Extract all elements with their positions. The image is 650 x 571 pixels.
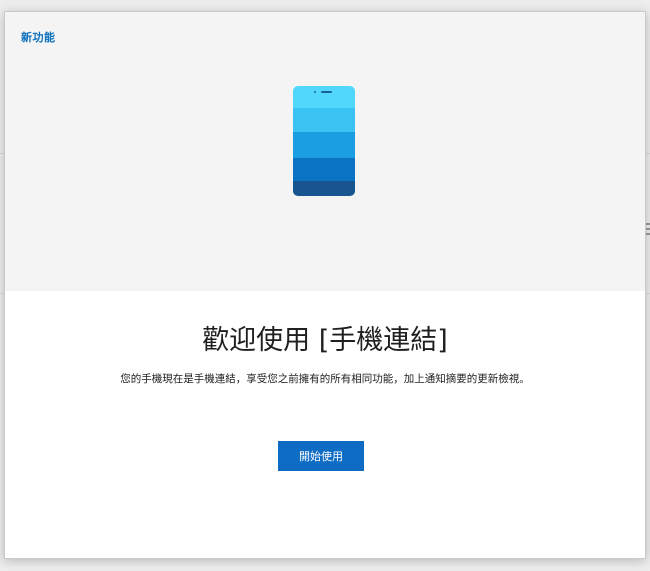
dialog-description: 您的手機現在是手機連結，享受您之前擁有的所有相同功能，加上通知摘要的更新檢視。 [120,373,530,385]
smartphone-icon [293,86,355,196]
get-started-button[interactable]: 開始使用 [278,441,364,471]
phone-band [293,108,355,132]
phone-band [293,158,355,181]
welcome-dialog: 新功能 歡迎使用 [手機連結] 您的手機現在是手機連結，享受您之前擁有的所有相同… [4,11,646,559]
phone-band [293,181,355,196]
whats-new-label: 新功能 [21,31,56,44]
phone-band [293,86,355,108]
phone-band [293,132,355,158]
dialog-title: 歡迎使用 [手機連結] [202,325,448,356]
hero-illustration-area: 新功能 [5,12,645,291]
phone-camera-dot [314,91,316,93]
phone-speaker-slot [321,91,332,93]
